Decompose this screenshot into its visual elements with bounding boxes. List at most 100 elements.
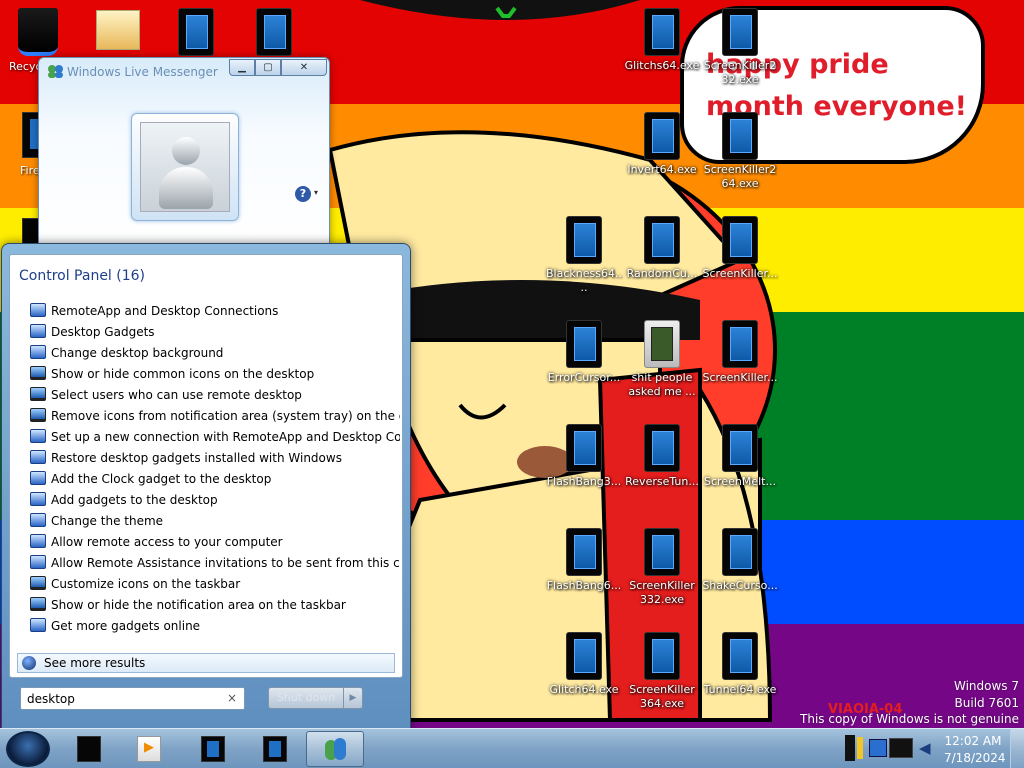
avatar[interactable]: [131, 113, 239, 221]
control-panel-icon: [30, 450, 46, 464]
desktop-icon-label: Tunnel64.exe: [703, 683, 777, 696]
desktop-icon-label: ReverseTun...: [625, 475, 699, 488]
search-input[interactable]: [27, 690, 217, 707]
app-icon: [178, 8, 214, 56]
control-panel-icon: [30, 492, 46, 506]
desktop-icon[interactable]: FlashBang6...: [546, 528, 622, 593]
search-result-label: Show or hide common icons on the desktop: [51, 367, 315, 381]
taskbar-button-app[interactable]: [184, 731, 242, 767]
control-panel-icon: [30, 597, 46, 611]
show-desktop-button[interactable]: [1010, 729, 1024, 768]
mail-icon[interactable]: [96, 10, 140, 50]
tray-app-icon[interactable]: [845, 735, 855, 761]
search-result-item[interactable]: Desktop Gadgets: [30, 322, 400, 343]
desktop-icon[interactable]: Glitchs64.exe: [624, 8, 700, 73]
maximize-button[interactable]: ▢: [255, 59, 281, 76]
app-icon: [566, 424, 602, 472]
search-result-item[interactable]: Change the theme: [30, 511, 400, 532]
desktop-icon[interactable]: ScreenKiller264.exe: [702, 112, 778, 191]
search-result-item[interactable]: Restore desktop gadgets installed with W…: [30, 448, 400, 469]
tray-volume-icon[interactable]: ◀: [919, 739, 937, 757]
user-head-icon: [172, 137, 200, 165]
app-icon: [644, 528, 680, 576]
control-panel-icon: [30, 429, 46, 443]
search-result-item[interactable]: RemoteApp and Desktop Connections: [30, 301, 400, 322]
help-icon[interactable]: ?: [295, 186, 311, 202]
desktop-icon[interactable]: ScreenKiller 332.exe: [624, 528, 700, 607]
app-icon: [566, 216, 602, 264]
desktop-icon[interactable]: Tunnel64.exe: [702, 632, 778, 697]
desktop-icon-app[interactable]: [158, 8, 234, 56]
results-category-heading[interactable]: Control Panel (16): [19, 268, 145, 284]
search-result-label: Allow remote access to your computer: [51, 535, 283, 549]
tray-network-icon[interactable]: [869, 739, 887, 757]
search-result-item[interactable]: Change desktop background: [30, 343, 400, 364]
search-result-item[interactable]: Get more gadgets online: [30, 616, 400, 637]
control-panel-icon: [30, 513, 46, 527]
taskbar-button-messenger[interactable]: [306, 731, 364, 767]
app-icon: [644, 216, 680, 264]
see-more-results-button[interactable]: See more results: [17, 653, 395, 673]
see-more-results-label: See more results: [44, 656, 146, 670]
avatar-picture: [140, 122, 230, 212]
search-result-label: Add the Clock gadget to the desktop: [51, 472, 272, 486]
desktop-icon-label: RandomCu...: [626, 267, 698, 280]
search-result-item[interactable]: Allow Remote Assistance invitations to b…: [30, 553, 400, 574]
desktop-icon[interactable]: ScreenKiller...: [702, 216, 778, 281]
desktop-icon[interactable]: ScreenMelt...: [702, 424, 778, 489]
desktop-icon-label: FlashBang3...: [546, 475, 622, 488]
chevron-down-icon[interactable]: ▾: [314, 188, 318, 197]
control-panel-icon: [30, 303, 46, 317]
desktop-icon[interactable]: FlashBang3...: [546, 424, 622, 489]
search-result-item[interactable]: Show or hide the notification area on th…: [30, 595, 400, 616]
app-icon: [722, 528, 758, 576]
search-result-item[interactable]: Customize icons on the taskbar: [30, 574, 400, 595]
search-result-label: Show or hide the notification area on th…: [51, 598, 346, 612]
app-icon: [722, 8, 758, 56]
desktop-icon-app[interactable]: [236, 8, 312, 56]
messenger-logo-icon: [48, 65, 63, 78]
start-menu: Control Panel (16) RemoteApp and Desktop…: [1, 243, 411, 729]
firefox-label[interactable]: Fire: [20, 164, 40, 177]
search-result-label: Get more gadgets online: [51, 619, 201, 633]
taskbar-button-app[interactable]: [246, 731, 304, 767]
desktop-icon[interactable]: Invert64.exe: [624, 112, 700, 177]
clock-time[interactable]: 12:02 AM: [944, 734, 1002, 748]
desktop-icon[interactable]: ScreenKiller 364.exe: [624, 632, 700, 711]
search-result-item[interactable]: Add gadgets to the desktop: [30, 490, 400, 511]
desktop-icon[interactable]: RandomCu...: [624, 216, 700, 281]
recycle-bin-icon[interactable]: [18, 8, 58, 56]
clear-search-icon[interactable]: ×: [227, 691, 237, 705]
desktop-icon[interactable]: ShakeCurso...: [702, 528, 778, 593]
control-panel-icon: [30, 345, 46, 359]
search-result-item[interactable]: Select users who can use remote desktop: [30, 385, 400, 406]
desktop-icon[interactable]: shit people asked me ...: [624, 320, 700, 399]
minimize-button[interactable]: ▁: [229, 59, 255, 76]
recycle-bin-label[interactable]: Recyc: [9, 60, 42, 73]
desktop-icon[interactable]: Glitch64.exe: [546, 632, 622, 697]
desktop-icon[interactable]: ScreenKiller...: [702, 320, 778, 385]
taskbar-button-recycle[interactable]: [60, 731, 118, 767]
desktop-icon[interactable]: ReverseTun...: [624, 424, 700, 489]
app-icon: [722, 632, 758, 680]
shutdown-button[interactable]: Shut down: [268, 687, 344, 709]
taskbar-button-media-player[interactable]: [120, 731, 178, 767]
search-result-item[interactable]: Show or hide common icons on the desktop: [30, 364, 400, 385]
tray-monitor-icon[interactable]: [889, 738, 913, 758]
recycle-bin-icon: [77, 736, 101, 762]
search-result-item[interactable]: Allow remote access to your computer: [30, 532, 400, 553]
search-box[interactable]: ×: [20, 687, 245, 710]
clock-date[interactable]: 7/18/2024: [944, 751, 1006, 765]
close-button[interactable]: ✕: [281, 59, 327, 76]
desktop-icon[interactable]: Blackness64....: [546, 216, 622, 295]
start-button[interactable]: [6, 731, 50, 767]
messenger-window[interactable]: Windows Live Messenger ▁ ▢ ✕ ? ▾: [38, 57, 330, 247]
tray-flag-icon[interactable]: [857, 737, 863, 759]
search-result-item[interactable]: Set up a new connection with RemoteApp a…: [30, 427, 400, 448]
search-result-item[interactable]: Remove icons from notification area (sys…: [30, 406, 400, 427]
desktop-icon[interactable]: ScreenKiller232.exe: [702, 8, 778, 87]
shutdown-options-arrow[interactable]: ▶: [343, 687, 363, 709]
desktop-icon[interactable]: ErrorCursor...: [546, 320, 622, 385]
search-result-item[interactable]: Add the Clock gadget to the desktop: [30, 469, 400, 490]
desktop-icon-label: ScreenKiller...: [702, 267, 778, 280]
